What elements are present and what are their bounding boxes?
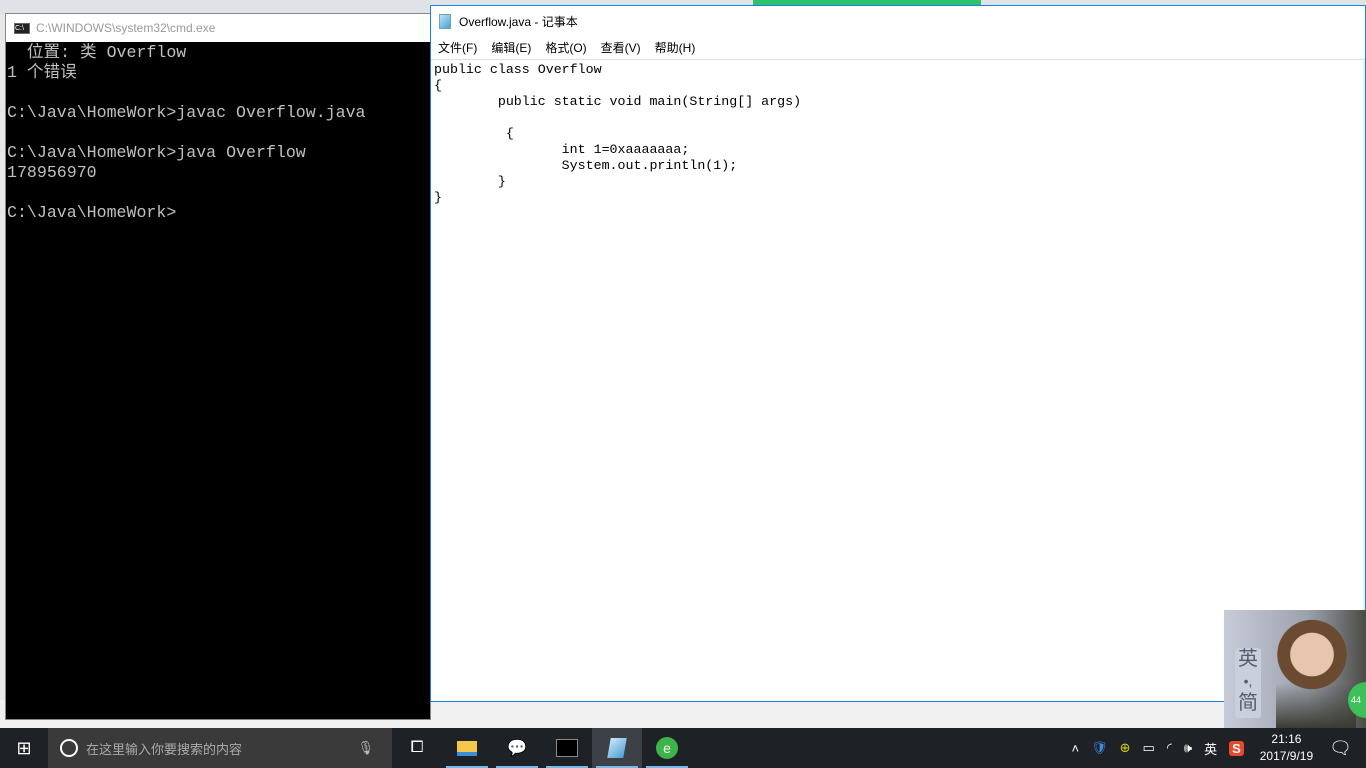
notepad-title: Overflow.java - 记事本 bbox=[459, 14, 578, 29]
menu-format[interactable]: 格式(O) bbox=[545, 39, 586, 56]
cmd-line: 位置: 类 Overflow bbox=[7, 43, 187, 62]
wechat-button[interactable]: 💬 bbox=[492, 728, 542, 768]
menu-bar: 文件(F) 编辑(E) 格式(O) 查看(V) 帮助(H) bbox=[431, 36, 1365, 58]
cmd-line: 1 个错误 bbox=[7, 63, 77, 82]
cmd-taskbar-button[interactable] bbox=[542, 728, 592, 768]
360-browser-icon: e bbox=[656, 737, 678, 759]
menu-edit[interactable]: 编辑(E) bbox=[491, 39, 531, 56]
cmd-line: C:\Java\HomeWork>javac Overflow.java bbox=[7, 103, 366, 122]
sogou-icon[interactable]: S bbox=[1229, 740, 1244, 756]
cmd-title-bar[interactable]: C:\ C:\WINDOWS\system32\cmd.exe bbox=[6, 14, 430, 42]
battery-icon[interactable]: ▭ bbox=[1143, 740, 1155, 756]
cmd-icon bbox=[556, 739, 578, 757]
cmd-title: C:\WINDOWS\system32\cmd.exe bbox=[36, 21, 216, 35]
ime-mode: 简 bbox=[1238, 692, 1258, 714]
notepad-window[interactable]: Overflow.java - 记事本 文件(F) 编辑(E) 格式(O) 查看… bbox=[430, 5, 1366, 702]
menu-file[interactable]: 文件(F) bbox=[438, 39, 477, 56]
shield-icon[interactable]: 🛡 bbox=[1091, 740, 1108, 756]
cortana-icon bbox=[60, 739, 78, 757]
wechat-icon: 💬 bbox=[507, 740, 527, 757]
cmd-line bbox=[7, 183, 430, 203]
cmd-line: C:\Java\HomeWork> bbox=[7, 203, 177, 222]
notepad-title-bar[interactable]: Overflow.java - 记事本 bbox=[431, 6, 1365, 36]
ime-skin-widget[interactable]: 英 •, 简 44 bbox=[1224, 610, 1366, 728]
cmd-icon: C:\ bbox=[14, 22, 30, 34]
cmd-line bbox=[7, 123, 430, 143]
windows-icon: ⊞ bbox=[16, 737, 32, 758]
system-tray: ˄ 🛡 ⊕ ▭ ◜ 🕪 英 S 21:16 2017/9/19 🗨 bbox=[1066, 728, 1366, 768]
notepad-taskbar-button[interactable] bbox=[592, 728, 642, 768]
menu-help[interactable]: 帮助(H) bbox=[655, 39, 696, 56]
cmd-window[interactable]: C:\ C:\WINDOWS\system32\cmd.exe 位置: 类 Ov… bbox=[5, 13, 431, 720]
360-icon[interactable]: ⊕ bbox=[1120, 740, 1131, 756]
folder-icon bbox=[457, 740, 477, 756]
menu-view[interactable]: 查看(V) bbox=[601, 39, 641, 56]
input-language[interactable]: 英 bbox=[1204, 739, 1217, 758]
ime-skin-image bbox=[1276, 615, 1356, 728]
time: 21:16 bbox=[1271, 732, 1302, 746]
search-box[interactable]: 在这里输入你要搜索的内容 🎙 bbox=[48, 728, 392, 768]
browser-button[interactable]: e bbox=[642, 728, 692, 768]
taskbar: ⊞ 在这里输入你要搜索的内容 🎙 ⧠ 💬 e ˄ 🛡 ⊕ ▭ ◜ 🕪 英 S 2… bbox=[0, 728, 1366, 768]
cmd-line: C:\Java\HomeWork>java Overflow bbox=[7, 143, 306, 162]
cmd-output[interactable]: 位置: 类 Overflow 1 个错误 C:\Java\HomeWork>jav… bbox=[6, 42, 430, 223]
text-editor[interactable]: public class Overflow { public static vo… bbox=[431, 59, 1365, 701]
start-button[interactable]: ⊞ bbox=[0, 728, 48, 768]
clock[interactable]: 21:16 2017/9/19 bbox=[1260, 731, 1313, 765]
notification-icon[interactable]: 🗨 bbox=[1329, 738, 1352, 759]
cmd-line: 178956970 bbox=[7, 163, 97, 182]
editor-content[interactable]: public class Overflow { public static vo… bbox=[431, 60, 1365, 206]
task-view-button[interactable]: ⧠ bbox=[392, 728, 442, 768]
notepad-icon bbox=[607, 738, 627, 758]
notepad-icon bbox=[439, 13, 451, 29]
chevron-up-icon[interactable]: ˄ bbox=[1072, 741, 1080, 756]
microphone-icon[interactable]: 🎙 bbox=[357, 740, 374, 756]
scrollbar[interactable] bbox=[1363, 60, 1365, 701]
ime-mode-toggle[interactable]: 英 •, 简 bbox=[1235, 648, 1261, 718]
wifi-icon[interactable]: ◜ bbox=[1167, 740, 1172, 756]
search-placeholder: 在这里输入你要搜索的内容 bbox=[86, 741, 243, 757]
cmd-line bbox=[7, 83, 430, 103]
ime-punct: •, bbox=[1243, 673, 1253, 689]
ime-lang: 英 bbox=[1238, 648, 1258, 670]
file-explorer-button[interactable] bbox=[442, 728, 492, 768]
date: 2017/9/19 bbox=[1259, 749, 1314, 763]
task-view-icon: ⧠ bbox=[410, 739, 424, 756]
volume-icon[interactable]: 🕪 bbox=[1184, 740, 1192, 756]
